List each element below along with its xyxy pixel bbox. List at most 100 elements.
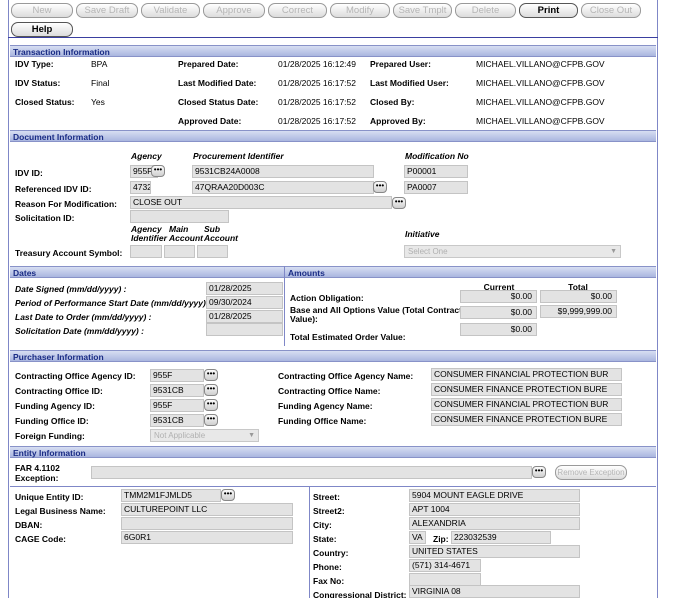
street2-label: Street2: bbox=[313, 506, 345, 516]
cage-code-label: CAGE Code: bbox=[15, 534, 66, 544]
toolbar-bottom-border bbox=[8, 37, 658, 38]
referenced-modification-field[interactable]: PA0007 bbox=[404, 181, 468, 194]
dban-label: DBAN: bbox=[15, 520, 43, 530]
street2-field[interactable]: APT 1004 bbox=[409, 503, 580, 516]
co-id-lookup-button[interactable]: ••• bbox=[204, 384, 218, 396]
last-modified-user-value: MICHAEL.VILLANO@CFPB.GOV bbox=[476, 78, 605, 88]
document-info-header: Document Information bbox=[10, 130, 656, 142]
funding-office-id-field[interactable]: 9531CB bbox=[150, 414, 204, 427]
approve-button[interactable]: Approve bbox=[203, 3, 265, 18]
treasury-main-account-field[interactable] bbox=[164, 245, 195, 258]
amounts-header: Amounts bbox=[285, 266, 656, 278]
approved-by-label: Approved By: bbox=[370, 116, 426, 126]
funding-office-id-label: Funding Office ID: bbox=[15, 416, 89, 426]
chevron-down-icon: ▼ bbox=[610, 248, 617, 255]
unique-entity-id-lookup-button[interactable]: ••• bbox=[221, 489, 235, 501]
prepared-date-label: Prepared Date: bbox=[178, 59, 239, 69]
action-obligation-total-field[interactable]: $0.00 bbox=[540, 290, 617, 303]
solicitation-date-label: Solicitation Date (mm/dd/yyyy) : bbox=[15, 326, 144, 336]
congressional-district-field[interactable]: VIRGINIA 08 bbox=[409, 585, 580, 598]
treasury-agency-identifier-field[interactable] bbox=[130, 245, 162, 258]
co-name-field[interactable]: CONSUMER FINANCE PROTECTION BURE bbox=[431, 383, 622, 396]
funding-agency-name-field[interactable]: CONSUMER FINANCIAL PROTECTION BUR bbox=[431, 398, 622, 411]
co-agency-name-field[interactable]: CONSUMER FINANCIAL PROTECTION BUR bbox=[431, 368, 622, 381]
correct-button[interactable]: Correct bbox=[268, 3, 327, 18]
co-id-field[interactable]: 9531CB bbox=[150, 384, 204, 397]
street-field[interactable]: 5904 MOUNT EAGLE DRIVE bbox=[409, 489, 580, 502]
prepared-date-value: 01/28/2025 16:12:49 bbox=[278, 59, 356, 69]
base-all-options-total-field[interactable]: $9,999,999.00 bbox=[540, 305, 617, 318]
co-agency-id-lookup-button[interactable]: ••• bbox=[204, 369, 218, 381]
referenced-idv-id-label: Referenced IDV ID: bbox=[15, 184, 92, 194]
country-label: Country: bbox=[313, 548, 349, 558]
idv-modification-field[interactable]: P00001 bbox=[404, 165, 468, 178]
save-draft-button[interactable]: Save Draft bbox=[76, 3, 138, 18]
reason-lookup-button[interactable]: ••• bbox=[392, 197, 406, 209]
far-exception-lookup-button[interactable]: ••• bbox=[532, 466, 546, 478]
city-field[interactable]: ALEXANDRIA bbox=[409, 517, 580, 530]
print-button[interactable]: Print bbox=[519, 3, 578, 18]
validate-button[interactable]: Validate bbox=[141, 3, 200, 18]
idv-agency-lookup-button[interactable]: ••• bbox=[151, 165, 165, 177]
initiative-select-value: Select One bbox=[408, 247, 448, 256]
referenced-idv-lookup-button[interactable]: ••• bbox=[373, 181, 387, 193]
last-modified-date-label: Last Modified Date: bbox=[178, 78, 257, 88]
dates-header: Dates bbox=[10, 266, 284, 278]
far-exception-field[interactable] bbox=[91, 466, 532, 479]
approved-by-value: MICHAEL.VILLANO@CFPB.GOV bbox=[476, 116, 605, 126]
referenced-agency-field[interactable]: 4732 bbox=[130, 181, 151, 194]
remove-exception-button[interactable]: Remove Exception bbox=[555, 465, 627, 480]
solicitation-date-field[interactable] bbox=[206, 323, 283, 336]
close-out-button[interactable]: Close Out bbox=[581, 3, 641, 18]
initiative-select[interactable]: Select One ▼ bbox=[404, 245, 621, 258]
reason-for-modification-field[interactable]: CLOSE OUT bbox=[130, 196, 392, 209]
funding-office-name-field[interactable]: CONSUMER FINANCE PROTECTION BURE bbox=[431, 413, 622, 426]
co-name-label: Contracting Office Name: bbox=[278, 386, 381, 396]
funding-agency-id-field[interactable]: 955F bbox=[150, 399, 204, 412]
procurement-identifier-column-header: Procurement Identifier bbox=[193, 151, 284, 161]
city-label: City: bbox=[313, 520, 332, 530]
idv-status-value: Final bbox=[91, 78, 110, 88]
foreign-funding-label: Foreign Funding: bbox=[15, 431, 85, 441]
funding-agency-name-label: Funding Agency Name: bbox=[278, 401, 373, 411]
closed-status-date-value: 01/28/2025 16:17:52 bbox=[278, 97, 356, 107]
idv-procurement-id-field[interactable]: 9531CB24A0008 bbox=[192, 165, 374, 178]
base-all-options-current-field[interactable]: $0.00 bbox=[460, 306, 537, 319]
cage-code-field[interactable]: 6G0R1 bbox=[121, 531, 293, 544]
total-estimated-order-field[interactable]: $0.00 bbox=[460, 323, 537, 336]
agency-identifier-header-line2: Identifier bbox=[131, 233, 167, 243]
foreign-funding-select[interactable]: Not Applicable ▼ bbox=[150, 429, 259, 442]
initiative-header: Initiative bbox=[405, 229, 440, 239]
state-field[interactable]: VA bbox=[409, 531, 426, 544]
street-label: Street: bbox=[313, 492, 340, 502]
action-obligation-current-field[interactable]: $0.00 bbox=[460, 290, 537, 303]
referenced-procurement-id-field[interactable]: 47QRAA20D003C bbox=[192, 181, 374, 194]
main-account-header-line2: Account bbox=[169, 233, 203, 243]
unique-entity-id-field[interactable]: TMM2M1FJMLD5 bbox=[121, 489, 221, 502]
entity-info-header: Entity Information bbox=[10, 446, 656, 458]
legal-business-name-field[interactable]: CULTUREPOINT LLC bbox=[121, 503, 293, 516]
idv-type-label: IDV Type: bbox=[15, 59, 54, 69]
unique-entity-id-label: Unique Entity ID: bbox=[15, 492, 84, 502]
solicitation-id-field[interactable] bbox=[130, 210, 229, 223]
modify-button[interactable]: Modify bbox=[330, 3, 390, 18]
save-template-button[interactable]: Save Tmplt bbox=[393, 3, 452, 18]
last-date-to-order-field[interactable]: 01/28/2025 bbox=[206, 310, 283, 323]
funding-office-id-lookup-button[interactable]: ••• bbox=[204, 414, 218, 426]
co-agency-id-label: Contracting Office Agency ID: bbox=[15, 371, 136, 381]
phone-field[interactable]: (571) 314-4671 bbox=[409, 559, 481, 572]
delete-button[interactable]: Delete bbox=[455, 3, 516, 18]
country-field[interactable]: UNITED STATES bbox=[409, 545, 580, 558]
co-agency-id-field[interactable]: 955F bbox=[150, 369, 204, 382]
zip-field[interactable]: 223032539 bbox=[451, 531, 551, 544]
date-signed-field[interactable]: 01/28/2025 bbox=[206, 282, 283, 295]
new-button[interactable]: New bbox=[11, 3, 73, 18]
treasury-sub-account-field[interactable] bbox=[197, 245, 228, 258]
help-button[interactable]: Help bbox=[11, 22, 73, 37]
fax-label: Fax No: bbox=[313, 576, 345, 586]
dban-field[interactable] bbox=[121, 517, 293, 530]
pop-start-date-field[interactable]: 09/30/2024 bbox=[206, 296, 283, 309]
modification-no-column-header: Modification No bbox=[405, 151, 469, 161]
chevron-down-icon: ▼ bbox=[248, 432, 255, 439]
funding-agency-id-lookup-button[interactable]: ••• bbox=[204, 399, 218, 411]
